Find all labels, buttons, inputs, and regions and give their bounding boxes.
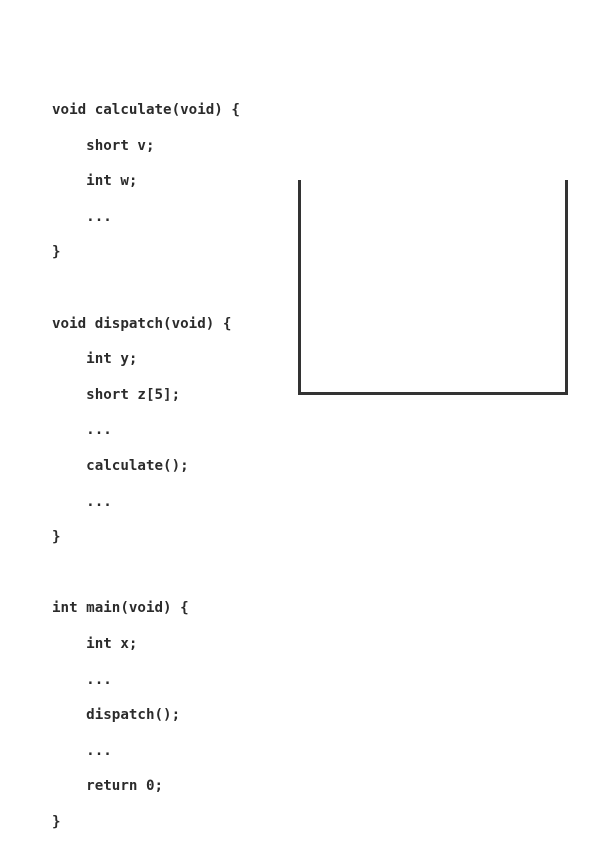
code-line: ... <box>52 422 112 439</box>
code-line: } <box>52 244 61 261</box>
code-line: ... <box>52 208 112 225</box>
code-line: int y; <box>52 351 138 368</box>
code-line: } <box>52 529 61 546</box>
code-line: ... <box>52 671 112 688</box>
code-line: calculate(); <box>52 457 189 474</box>
code-line: ... <box>52 742 112 759</box>
code-line: dispatch(); <box>52 707 181 724</box>
code-line: ... <box>52 493 112 510</box>
stack-container-outline <box>298 180 568 395</box>
code-line: } <box>52 813 61 830</box>
stack-diagram <box>298 180 568 395</box>
code-line: return 0; <box>52 778 164 795</box>
code-listing: void calculate(void) { short v; int w; .… <box>52 102 282 849</box>
code-line: short z[5]; <box>52 386 181 403</box>
code-line: int x; <box>52 635 138 652</box>
code-line: int w; <box>52 173 138 190</box>
code-line: short v; <box>52 137 155 154</box>
code-line: int main(void) { <box>52 600 189 617</box>
code-line: void dispatch(void) { <box>52 315 232 332</box>
code-line: void calculate(void) { <box>52 102 240 118</box>
